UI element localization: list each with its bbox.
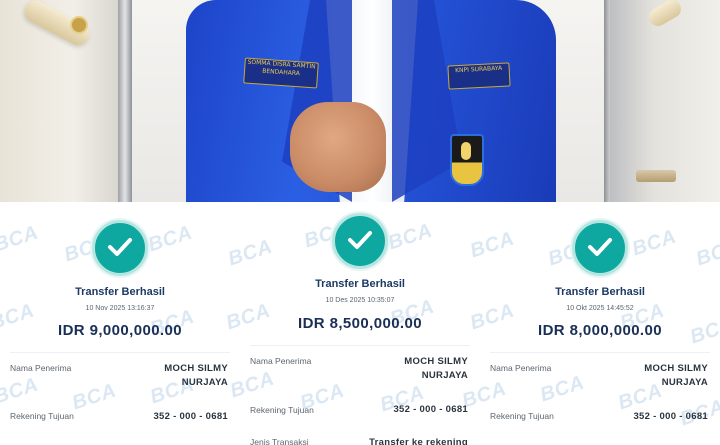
- trophy-base-icon: [636, 170, 676, 182]
- frame-pillar-left: [118, 0, 132, 202]
- recipient-name: MOCH SILMY NURJAYA: [164, 362, 228, 390]
- divider: [250, 345, 470, 346]
- receipt-datetime: 10 Nov 2025 13:16:37: [85, 305, 155, 312]
- recipient-label: Nama Penerima: [250, 356, 312, 366]
- receipt-card: Transfer Berhasil 10 Okt 2025 14:45:52 I…: [480, 202, 720, 445]
- account-number: 352 - 000 - 0681: [393, 404, 468, 415]
- check-icon: [92, 220, 148, 276]
- name-badge-right: KNPI SURABAYA: [447, 62, 511, 90]
- recipient-name-line1: MOCH SILMY: [644, 363, 708, 374]
- receipt-card: Transfer Berhasil 10 Des 2025 10:35:07 I…: [240, 202, 480, 445]
- receipt-amount: IDR 8,500,000.00: [298, 315, 422, 332]
- account-label: Rekening Tujuan: [490, 411, 554, 421]
- organization-emblem-icon: [450, 134, 484, 186]
- account-label: Rekening Tujuan: [10, 411, 74, 421]
- account-number: 352 - 000 - 0681: [153, 411, 228, 422]
- divider: [490, 352, 710, 353]
- receipt-card: Transfer Berhasil 10 Nov 2025 13:16:37 I…: [0, 202, 240, 445]
- rosette-icon: [72, 18, 86, 32]
- check-icon: [572, 220, 628, 276]
- receipt-amount: IDR 8,000,000.00: [538, 322, 662, 339]
- receipt-datetime: 10 Okt 2025 14:45:52: [566, 305, 634, 312]
- transaction-type-value: Transfer ke rekening: [369, 437, 468, 445]
- receipt-datetime: 10 Des 2025 10:35:07: [325, 297, 395, 304]
- receipt-title: Transfer Berhasil: [315, 278, 405, 290]
- header-photo: SOMMA DISRA SAMTIN BENDAHARA KNPI SURABA…: [0, 0, 720, 202]
- check-icon: [332, 213, 388, 269]
- recipient-name-line2: NURJAYA: [181, 377, 228, 388]
- receipt-amount: IDR 9,000,000.00: [58, 322, 182, 339]
- raised-fist: [290, 102, 386, 192]
- recipient-name: MOCH SILMY NURJAYA: [404, 355, 468, 383]
- transaction-type-label: Jenis Transaksi: [250, 437, 309, 445]
- person-in-blue-jacket: SOMMA DISRA SAMTIN BENDAHARA KNPI SURABA…: [186, 0, 556, 202]
- account-number: 352 - 000 - 0681: [633, 411, 708, 422]
- transfer-receipts: BCA BCA BCA BCA BCA BCA BCA BCA BCA BCA …: [0, 202, 720, 445]
- receipt-title: Transfer Berhasil: [75, 286, 165, 298]
- account-label: Rekening Tujuan: [250, 405, 314, 415]
- divider: [10, 352, 230, 353]
- receipt-title: Transfer Berhasil: [555, 286, 645, 298]
- recipient-label: Nama Penerima: [10, 363, 72, 373]
- recipient-label: Nama Penerima: [490, 363, 552, 373]
- recipient-name-line1: MOCH SILMY: [404, 356, 468, 367]
- recipient-name-line2: NURJAYA: [421, 370, 468, 381]
- recipient-name: MOCH SILMY NURJAYA: [644, 362, 708, 390]
- name-badge-left: SOMMA DISRA SAMTIN BENDAHARA: [243, 57, 319, 89]
- recipient-name-line1: MOCH SILMY: [164, 363, 228, 374]
- recipient-name-line2: NURJAYA: [661, 377, 708, 388]
